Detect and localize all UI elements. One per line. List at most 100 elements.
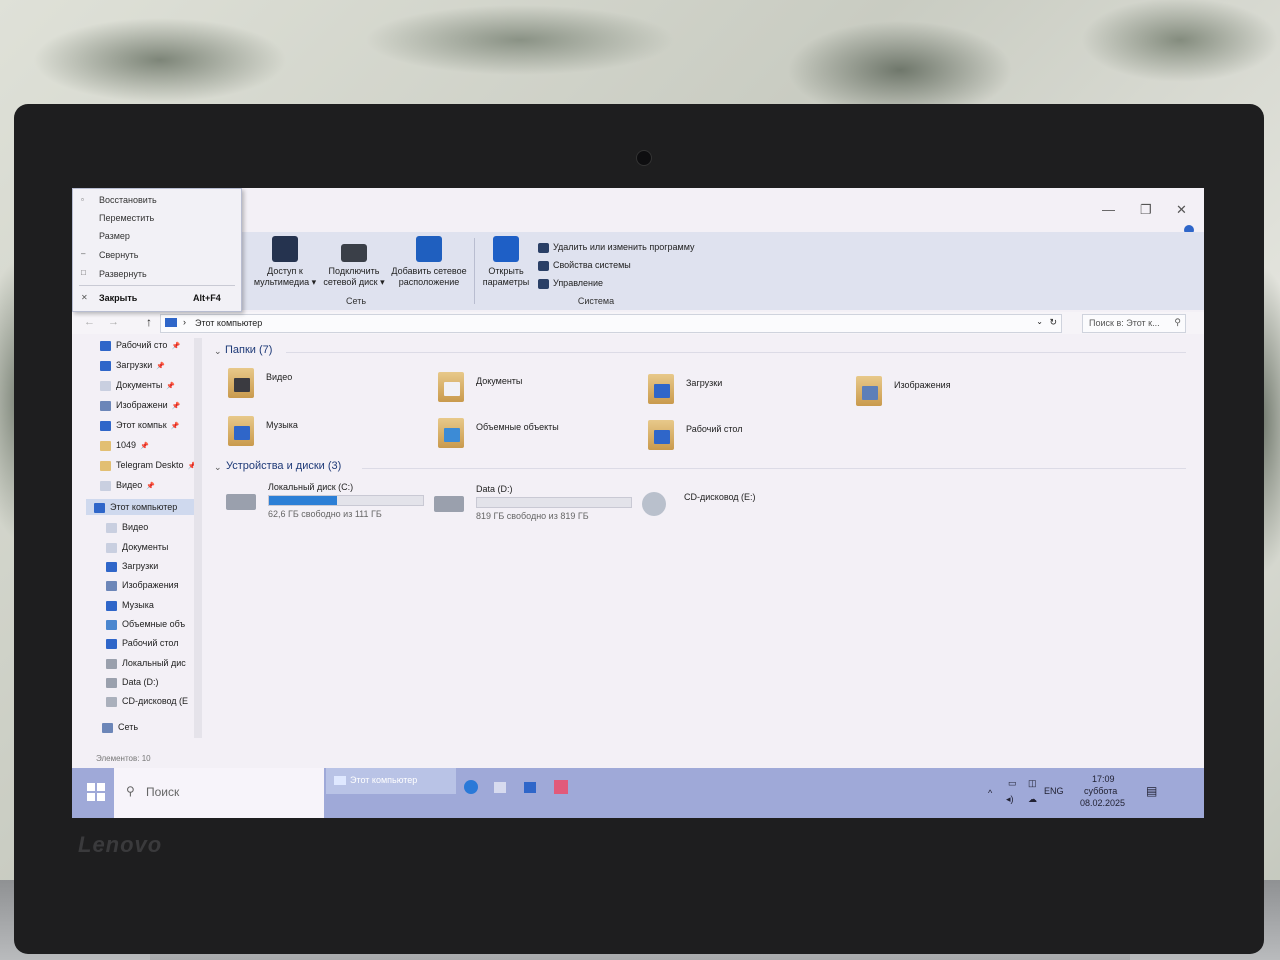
back-icon[interactable]: ← [84, 316, 95, 328]
close-icon[interactable]: ✕ [1176, 202, 1187, 218]
pin-icon: 📌 [166, 383, 176, 390]
nav-item-quick[interactable]: Видео 📌 [100, 480, 155, 491]
taskbar: ⚲ Поиск Этот компьютер ^ ▭ ◂) ◫ ☁ ENG 17… [72, 768, 1204, 818]
clock-day[interactable]: суббота [1084, 786, 1117, 796]
ribbon-group-label: Сеть [345, 296, 367, 306]
drive-free-space: 62,6 ГБ свободно из 111 ГБ [268, 509, 382, 519]
document-icon [100, 380, 111, 391]
search-input[interactable]: Поиск в: Этот к... ⚲ [1082, 314, 1186, 333]
drive-name: CD-дисковод (E:) [684, 492, 756, 502]
menu-separator [79, 285, 235, 286]
nav-item-quick[interactable]: Этот компьк 📌 [100, 420, 179, 431]
network-icon[interactable]: ◫ [1028, 778, 1037, 789]
taskbar-app-explorer[interactable]: Этот компьютер [326, 768, 456, 794]
folder-tile[interactable]: Загрузки [648, 374, 828, 408]
mail-icon[interactable] [524, 782, 536, 793]
nav-item-this-pc-child[interactable]: Рабочий стол [106, 638, 179, 649]
onedrive-icon[interactable]: ☁ [1028, 794, 1037, 805]
media-access-button[interactable]: Доступ к мультимедиа ▾ [250, 236, 320, 288]
section-header-devices[interactable]: Устройства и диски (3) [226, 460, 341, 472]
tray-chevron-icon[interactable]: ^ [988, 788, 992, 798]
download-icon [100, 360, 111, 371]
menu-item-minimize[interactable]: Свернуть [99, 250, 138, 260]
menu-item-restore[interactable]: Восстановить [99, 195, 157, 205]
nav-item-this-pc-child[interactable]: Загрузки [106, 561, 158, 572]
manage-icon [538, 278, 549, 289]
folder-tile[interactable]: Музыка [228, 416, 408, 450]
menu-item-size[interactable]: Размер [99, 231, 130, 241]
language-indicator[interactable]: ENG [1044, 786, 1064, 796]
nav-item-this-pc-child[interactable]: Музыка [106, 600, 154, 611]
address-bar[interactable]: › Этот компьютер ⌄ ↻ [160, 314, 1062, 333]
nav-item-quick[interactable]: Документы 📌 [100, 380, 175, 391]
folder-label: Объемные объекты [476, 422, 559, 432]
manage-button[interactable]: Управление [538, 278, 603, 289]
calendar-icon[interactable] [494, 782, 506, 793]
drive-icon [434, 496, 464, 512]
taskbar-search[interactable]: ⚲ Поиск [114, 768, 324, 818]
battery-icon[interactable]: ▭ [1008, 778, 1017, 789]
up-icon[interactable]: ↑ [146, 315, 152, 329]
nav-item-quick[interactable]: 1049 📌 [100, 440, 149, 451]
system-properties-button[interactable]: Свойства системы [538, 260, 631, 271]
drive-tile[interactable]: CD-дисковод (E:) [642, 486, 842, 526]
windows-start-icon[interactable] [84, 780, 108, 804]
forward-icon[interactable]: → [108, 316, 119, 328]
nav-item-quick[interactable]: Загрузки 📌 [100, 360, 165, 371]
nav-item-quick[interactable]: Изображени 📌 [100, 400, 180, 411]
store-icon[interactable] [554, 780, 568, 794]
menu-shortcut: Alt+F4 [193, 293, 221, 303]
nav-item-this-pc[interactable]: Этот компьютер [94, 502, 177, 513]
drive-icon [106, 677, 117, 688]
divider [362, 468, 1186, 469]
uninstall-program-button[interactable]: Удалить или изменить программу [538, 242, 694, 253]
folder-label: Видео [266, 372, 293, 382]
minimize-icon[interactable]: — [1102, 202, 1115, 217]
drive-tile[interactable]: Data (D:) 819 ГБ свободно из 819 ГБ [434, 484, 634, 524]
folder-tile[interactable]: Рабочий стол [648, 420, 828, 454]
map-network-drive-button[interactable]: Подключить сетевой диск ▾ [322, 236, 386, 288]
open-settings-button[interactable]: Открыть параметры [478, 236, 534, 288]
menu-item-close[interactable]: Закрыть [99, 293, 137, 303]
folder-tile[interactable]: Объемные объекты [438, 418, 618, 452]
notification-icon[interactable]: ▤ [1146, 784, 1157, 798]
collapse-folders-icon[interactable]: ⌄ [214, 346, 222, 357]
window-system-menu: ▫ Восстановить Переместить Размер – Свер… [72, 188, 242, 312]
edge-icon[interactable] [464, 780, 478, 794]
drive-tile[interactable]: Локальный диск (C:) 62,6 ГБ свободно из 1… [226, 482, 426, 522]
maximize-icon[interactable]: ❐ [1140, 202, 1152, 218]
nav-item-this-pc-child[interactable]: Data (D:) [106, 677, 159, 688]
nav-item-this-pc-child[interactable]: CD-дисковод (E [106, 696, 188, 707]
clock-time[interactable]: 17:09 [1092, 774, 1115, 784]
desktop-icon [106, 638, 117, 649]
add-network-location-button[interactable]: Добавить сетевое расположение [388, 236, 470, 288]
system-properties-icon [538, 260, 549, 271]
folder-label: Музыка [266, 420, 298, 430]
folder-tile[interactable]: Изображения [856, 376, 1036, 410]
nav-item-network[interactable]: Сеть [102, 722, 138, 733]
refresh-icon[interactable]: ↻ [1049, 317, 1057, 328]
clock-date[interactable]: 08.02.2025 [1080, 798, 1125, 808]
image-icon [862, 386, 878, 400]
nav-item-this-pc-child[interactable]: Документы [106, 542, 168, 553]
close-icon: ✕ [81, 293, 88, 302]
section-header-folders[interactable]: Папки (7) [225, 344, 272, 356]
drive-usage-bar [476, 497, 632, 508]
computer-icon [100, 420, 111, 431]
drive-name: Локальный диск (C:) [268, 482, 354, 492]
nav-item-this-pc-child[interactable]: Локальный дис [106, 658, 186, 669]
volume-icon[interactable]: ◂) [1006, 794, 1014, 805]
nav-item-quick[interactable]: Telegram Deskto 📌 [100, 460, 196, 471]
nav-item-quick[interactable]: Рабочий сто 📌 [100, 340, 180, 351]
collapse-devices-icon[interactable]: ⌄ [214, 462, 222, 473]
nav-item-this-pc-child[interactable]: Видео [106, 522, 148, 533]
folder-tile[interactable]: Видео [228, 368, 408, 402]
nav-scrollbar[interactable] [194, 338, 202, 738]
menu-item-maximize[interactable]: Развернуть [99, 269, 147, 279]
pin-icon: 📌 [171, 403, 181, 410]
folder-tile[interactable]: Документы [438, 372, 618, 406]
nav-item-this-pc-child[interactable]: Объемные объ [106, 619, 185, 630]
menu-item-move[interactable]: Переместить [99, 213, 154, 223]
nav-item-this-pc-child[interactable]: Изображения [106, 580, 179, 591]
chevron-down-icon[interactable]: ⌄ [1036, 317, 1043, 326]
